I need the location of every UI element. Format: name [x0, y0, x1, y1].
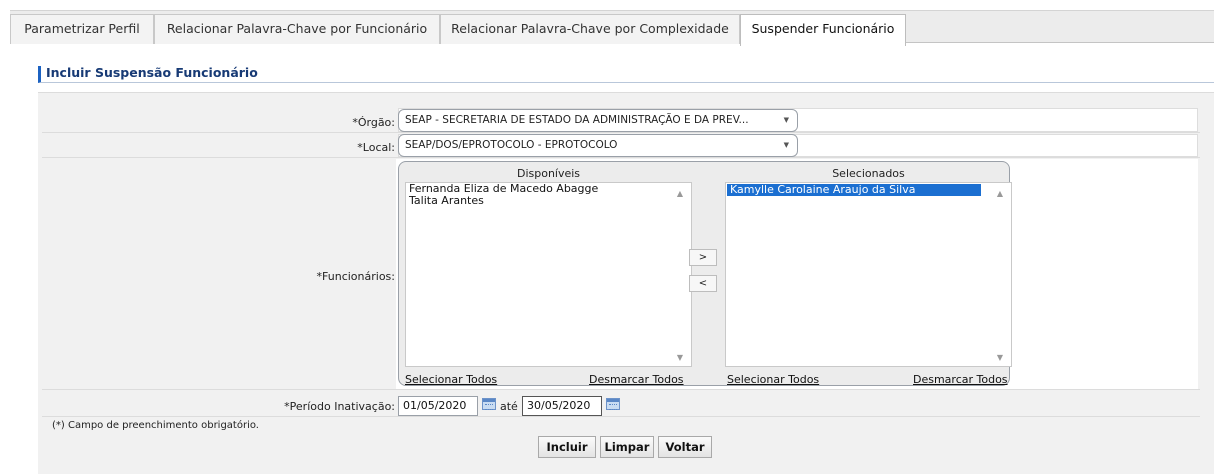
orgao-select[interactable]: SEAP - SECRETARIA DE ESTADO DA ADMINISTR…	[398, 109, 798, 132]
row-divider	[42, 132, 1200, 133]
scroll-up-arrow-icon[interactable]: ▲	[997, 189, 1003, 198]
periodo-start-input[interactable]: 01/05/2020	[398, 396, 478, 416]
scroll-up-arrow-icon[interactable]: ▲	[677, 189, 683, 198]
chevron-down-icon: ▼	[783, 116, 789, 124]
disponiveis-listbox[interactable]: Fernanda Eliza de Macedo Abagge Talita A…	[405, 182, 692, 367]
tab-parametrizar-perfil[interactable]: Parametrizar Perfil	[10, 14, 154, 44]
incluir-button[interactable]: Incluir	[538, 436, 596, 458]
funcionarios-label: *Funcionários:	[316, 270, 395, 283]
list-item[interactable]: Kamylle Carolaine Araujo da Silva	[727, 184, 981, 196]
dual-list-selector: Disponíveis Selecionados Fernanda Eliza …	[398, 161, 1012, 386]
scroll-down-arrow-icon[interactable]: ▼	[677, 353, 683, 362]
scroll-down-arrow-icon[interactable]: ▼	[997, 353, 1003, 362]
move-left-button[interactable]: <	[689, 275, 717, 292]
limpar-button[interactable]: Limpar	[600, 436, 654, 458]
local-select-value: SEAP/DOS/EPROTOCOLO - EPROTOCOLO	[405, 139, 618, 151]
calendar-icon[interactable]	[482, 398, 496, 410]
list-item[interactable]: Talita Arantes	[406, 195, 691, 207]
selecionados-select-all-link[interactable]: Selecionar Todos	[727, 373, 819, 386]
periodo-separator: até	[500, 400, 518, 413]
local-select[interactable]: SEAP/DOS/EPROTOCOLO - EPROTOCOLO ▼	[398, 134, 798, 157]
tab-relacionar-palavra-chave-complexidade[interactable]: Relacionar Palavra-Chave por Complexidad…	[440, 14, 740, 44]
row-divider	[42, 389, 1200, 390]
disponiveis-title: Disponíveis	[516, 167, 581, 180]
orgao-label: *Órgão:	[352, 116, 395, 129]
chevron-down-icon: ▼	[783, 141, 789, 149]
selecionados-deselect-all-link[interactable]: Desmarcar Todos	[913, 373, 1008, 386]
periodo-end-input[interactable]: 30/05/2020	[522, 396, 602, 416]
tab-suspender-funcionario[interactable]: Suspender Funcionário	[740, 14, 906, 46]
voltar-button[interactable]: Voltar	[658, 436, 712, 458]
section-title: Incluir Suspensão Funcionário	[38, 66, 1214, 83]
periodo-label: *Período Inativação:	[284, 400, 395, 413]
row-divider	[42, 416, 1200, 417]
move-right-button[interactable]: >	[689, 249, 717, 266]
selecionados-listbox[interactable]: Kamylle Carolaine Araujo da Silva ▲ ▼	[725, 182, 1012, 367]
tab-bar: Parametrizar Perfil Relacionar Palavra-C…	[10, 10, 1214, 46]
selecionados-title: Selecionados	[832, 167, 905, 180]
orgao-select-value: SEAP - SECRETARIA DE ESTADO DA ADMINISTR…	[405, 114, 749, 126]
row-divider	[42, 157, 1200, 158]
disponiveis-deselect-all-link[interactable]: Desmarcar Todos	[589, 373, 684, 386]
local-label: *Local:	[357, 141, 395, 154]
calendar-icon[interactable]	[606, 398, 620, 410]
required-note: (*) Campo de preenchimento obrigatório.	[52, 420, 259, 431]
tab-relacionar-palavra-chave-funcionario[interactable]: Relacionar Palavra-Chave por Funcionário	[154, 14, 440, 44]
disponiveis-select-all-link[interactable]: Selecionar Todos	[405, 373, 497, 386]
